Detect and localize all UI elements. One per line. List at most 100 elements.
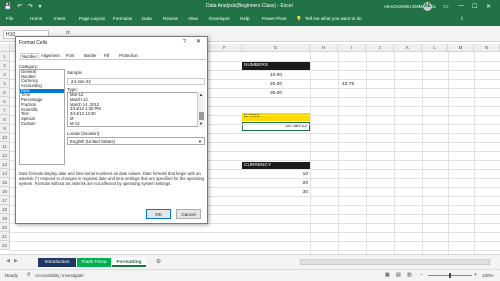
column-header[interactable]: L xyxy=(422,44,448,52)
sheet-tab-introduction[interactable]: Introduction xyxy=(38,258,76,267)
row-header[interactable]: 17 xyxy=(0,196,10,205)
row-header[interactable]: 5 xyxy=(0,88,10,97)
zoom-out-icon[interactable]: − xyxy=(420,272,423,278)
tab-home[interactable]: Home xyxy=(30,16,42,21)
row-header[interactable]: 18 xyxy=(0,205,10,214)
type-list[interactable]: Mar-12 March-12 March 14, 2012 3/14/12 1… xyxy=(67,92,205,127)
tab-view[interactable]: View xyxy=(188,16,198,21)
tab-alignment[interactable]: Alignment xyxy=(41,53,60,58)
horizontal-scrollbar[interactable] xyxy=(300,259,490,265)
column-header[interactable]: K xyxy=(394,44,422,52)
ribbon-tabs: File Home Insert Page Layout Formulas Da… xyxy=(0,14,500,26)
tab-page-layout[interactable]: Page Layout xyxy=(79,16,105,21)
row-header[interactable]: 12 xyxy=(0,151,10,160)
column-header[interactable]: M xyxy=(448,44,474,52)
tab-file[interactable]: File xyxy=(6,16,13,21)
row-header[interactable]: 10 xyxy=(0,133,10,142)
sheet-tab-bar: ◀ ▶ Introduction Flash Fiona Formatting … xyxy=(0,254,500,269)
tell-me-search[interactable]: Tell me what you want to do xyxy=(305,16,362,21)
page-layout-view-icon[interactable]: ▤ xyxy=(396,272,401,278)
row-header[interactable]: 13 xyxy=(0,160,10,169)
help-icon[interactable]: ? xyxy=(183,39,186,45)
scroll-tabs-right-icon[interactable]: ▶ xyxy=(14,258,18,264)
share-icon[interactable]: ⇪ xyxy=(460,16,464,22)
accessibility-icon: ⚲ xyxy=(27,272,31,278)
ok-button[interactable]: OK xyxy=(146,209,171,219)
type-item[interactable]: M-12 xyxy=(68,121,204,126)
tab-developer[interactable]: Developer xyxy=(209,16,230,21)
row-header[interactable]: 21 xyxy=(0,232,10,241)
tab-fill[interactable]: Fill xyxy=(104,53,109,58)
ribbon-display-icon[interactable]: ▭ xyxy=(443,3,449,10)
scroll-up-icon[interactable]: ▲ xyxy=(199,92,203,97)
column-header[interactable]: F xyxy=(208,44,242,52)
tab-data[interactable]: Data xyxy=(142,16,152,21)
tab-formulas[interactable]: Formulas xyxy=(113,16,132,21)
row-header[interactable]: 9 xyxy=(0,124,10,133)
title-bar: 💾 ↶ ↷ ▾ Data Analysis(Beginners Class) -… xyxy=(0,0,500,14)
numbers-header-cell[interactable]: NUMBERS xyxy=(242,62,310,70)
zoom-slider-thumb[interactable] xyxy=(449,273,451,278)
sample-label: Sample xyxy=(67,70,82,75)
row-header[interactable]: 8 xyxy=(0,115,10,124)
lightbulb-icon: 💡 xyxy=(296,16,302,21)
row-header[interactable]: 11 xyxy=(0,142,10,151)
minimize-icon[interactable]: — xyxy=(458,3,464,9)
chevron-down-icon[interactable]: ▼ xyxy=(198,138,202,145)
row-header[interactable]: 7 xyxy=(0,106,10,115)
row-header[interactable]: 1 xyxy=(0,52,10,61)
maximize-icon[interactable]: ☐ xyxy=(472,3,477,10)
scroll-down-icon[interactable]: ▼ xyxy=(199,121,203,126)
normal-view-icon[interactable]: ▦ xyxy=(385,272,390,278)
type-list-scrollbar[interactable]: ▲ ▼ xyxy=(197,92,205,127)
category-list[interactable]: General Number Currency Accounting Date … xyxy=(19,69,65,165)
zoom-in-icon[interactable]: + xyxy=(474,272,477,278)
row-header[interactable]: 14 xyxy=(0,169,10,178)
row-header[interactable]: 4 xyxy=(0,79,10,88)
close-window-icon[interactable]: ✕ xyxy=(486,3,491,10)
format-cells-dialog: Format Cells ? ✕ Number Alignment Font B… xyxy=(15,36,208,224)
row-header[interactable]: 16 xyxy=(0,187,10,196)
row-header[interactable]: 22 xyxy=(0,241,10,250)
sample-value: 24-Jan-22 xyxy=(67,78,205,85)
add-sheet-icon[interactable]: ⊕ xyxy=(156,258,161,265)
status-ready: Ready xyxy=(5,273,19,278)
scroll-tabs-left-icon[interactable]: ◀ xyxy=(6,258,10,264)
tab-power-pivot[interactable]: Power Pivot xyxy=(262,16,287,21)
quick-access-toolbar[interactable]: 💾 ↶ ↷ ▾ xyxy=(4,3,44,10)
column-header[interactable]: J xyxy=(366,44,394,52)
tab-protection[interactable]: Protection xyxy=(119,53,138,58)
locale-select[interactable]: English (United States) ▼ xyxy=(67,137,205,145)
column-header[interactable]: I xyxy=(338,44,366,52)
sheet-tab-formatting[interactable]: Formatting xyxy=(112,258,146,267)
tab-help[interactable]: Help xyxy=(240,16,249,21)
category-item[interactable]: Custom xyxy=(20,121,64,127)
cancel-button[interactable]: Cancel xyxy=(176,209,201,219)
row-header[interactable]: 6 xyxy=(0,97,10,106)
row-header[interactable]: 2 xyxy=(0,61,10,70)
format-description: Date formats display date and time seria… xyxy=(19,171,205,187)
row-header[interactable]: 3 xyxy=(0,70,10,79)
accessibility-status[interactable]: Accessibility: Investigate xyxy=(35,273,84,278)
tab-border[interactable]: Border xyxy=(84,53,97,58)
tab-review[interactable]: Review xyxy=(163,16,178,21)
locale-value: English (United States) xyxy=(70,139,115,144)
dialog-title: Format Cells xyxy=(19,40,48,46)
page-break-view-icon[interactable]: ▥ xyxy=(407,272,412,278)
avatar[interactable]: AE xyxy=(423,2,432,11)
column-header[interactable]: G xyxy=(242,44,310,52)
tab-insert[interactable]: Insert xyxy=(54,16,66,21)
row-header[interactable]: 19 xyxy=(0,214,10,223)
locale-label: Locale (location): xyxy=(67,131,101,136)
row-header[interactable]: 15 xyxy=(0,178,10,187)
zoom-level[interactable]: 100% xyxy=(482,273,494,278)
sheet-tab-flash-fiona[interactable]: Flash Fiona xyxy=(77,258,111,267)
close-icon[interactable]: ✕ xyxy=(196,38,201,45)
row-header[interactable]: 20 xyxy=(0,223,10,232)
column-header[interactable]: N xyxy=(474,44,500,52)
window-title: Data Analysis(Beginners Class) - Excel xyxy=(206,3,293,9)
tab-font[interactable]: Font xyxy=(66,53,74,58)
column-header[interactable]: H xyxy=(310,44,338,52)
scroll-thumb[interactable] xyxy=(199,112,204,120)
select-all-corner[interactable] xyxy=(0,44,10,52)
